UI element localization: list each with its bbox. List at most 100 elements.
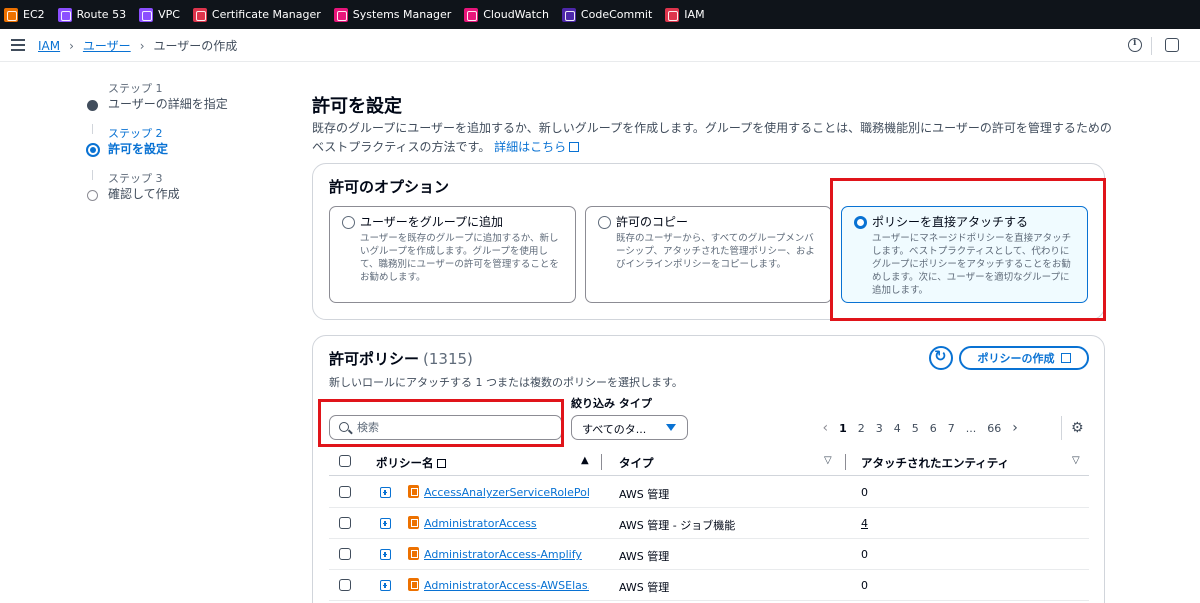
page-5[interactable]: 5 <box>912 422 919 435</box>
chevron-left-icon[interactable]: ‹ <box>823 420 829 436</box>
wizard-step-1[interactable]: ステップ 1 ユーザーの詳細を指定 <box>86 82 286 127</box>
step-number: ステップ 2 <box>108 127 163 140</box>
option-title: ユーザーをグループに追加 <box>360 215 504 229</box>
service-label: EC2 <box>23 8 45 21</box>
service-shortcut-route53[interactable]: Route 53 <box>57 0 126 29</box>
route53-icon <box>57 7 72 22</box>
breadcrumb-users[interactable]: ユーザー <box>83 37 131 54</box>
refresh-button[interactable] <box>929 346 953 370</box>
chevron-right-icon[interactable]: › <box>1012 420 1018 436</box>
create-policy-button[interactable]: ポリシーの作成 <box>959 346 1089 370</box>
policy-type: AWS 管理 - ジョブ機能 <box>619 519 736 532</box>
attached-entities-link[interactable]: 4 <box>861 517 868 530</box>
policy-type: AWS 管理 <box>619 550 670 563</box>
learn-more-label: 詳細はこちら <box>494 140 567 154</box>
radio-button[interactable] <box>598 216 611 229</box>
learn-more-link[interactable]: 詳細はこちら <box>494 140 580 154</box>
filter-type-label: 絞り込み タイプ <box>571 397 652 410</box>
expand-icon[interactable] <box>380 549 391 560</box>
sort-icon[interactable]: ▽ <box>824 455 832 466</box>
page-title: 許可を設定 <box>312 96 402 117</box>
column-header-type[interactable]: タイプ <box>619 455 654 471</box>
service-shortcut-codecommit[interactable]: CodeCommit <box>561 0 652 29</box>
service-label: VPC <box>158 8 180 21</box>
page-1[interactable]: 1 <box>839 422 847 435</box>
service-shortcut-certificate-manager[interactable]: Certificate Manager <box>192 0 321 29</box>
row-checkbox[interactable] <box>339 579 351 591</box>
page-7[interactable]: 7 <box>948 422 955 435</box>
expand-icon[interactable] <box>380 487 391 498</box>
table-row[interactable]: AdministratorAccess AWS 管理 - ジョブ機能 4 <box>329 508 1089 539</box>
row-checkbox[interactable] <box>339 517 351 529</box>
table-row[interactable]: AccessAnalyzerServiceRolePol... AWS 管理 0 <box>329 477 1089 508</box>
option-title: 許可のコピー <box>616 215 689 229</box>
page-6[interactable]: 6 <box>930 422 937 435</box>
step-title: ユーザーの詳細を指定 <box>108 97 228 111</box>
create-policy-label: ポリシーの作成 <box>977 352 1055 365</box>
policy-type: AWS 管理 <box>619 488 670 501</box>
service-shortcut-iam[interactable]: IAM <box>665 0 705 29</box>
permission-policies-panel: 許可ポリシー (1315) 新しいロールにアタッチする 1 つまたは複数のポリシー… <box>312 335 1105 603</box>
breadcrumb-iam[interactable]: IAM <box>38 39 60 53</box>
service-shortcut-bar: EC2 Route 53 VPC Certificate Manager Sys… <box>0 0 1200 29</box>
service-shortcut-cloudwatch[interactable]: CloudWatch <box>464 0 549 29</box>
step-current-icon <box>86 143 100 157</box>
breadcrumb-current: ユーザーの作成 <box>153 39 238 53</box>
highlight-box <box>318 399 564 447</box>
table-row[interactable]: AdministratorAccess-AWSElas... AWS 管理 0 <box>329 570 1089 601</box>
wizard-step-3: ステップ 3 確認して作成 <box>86 172 286 217</box>
option-add-to-group[interactable]: ユーザーをグループに追加 ユーザーを既存のグループに追加するか、新しいグループを… <box>329 206 576 303</box>
filter-type-select[interactable]: すべてのタ... <box>571 415 688 440</box>
ec2-icon <box>4 7 18 22</box>
sort-ascending-icon[interactable]: ▲ <box>581 455 589 466</box>
external-link-icon <box>569 142 580 152</box>
policy-name-link[interactable]: AdministratorAccess <box>424 517 537 530</box>
radio-button[interactable] <box>342 216 355 229</box>
step-number: ステップ 1 <box>108 82 163 95</box>
service-shortcut-ec2[interactable]: EC2 <box>4 0 45 29</box>
attached-entities: 0 <box>861 486 868 499</box>
table-row[interactable]: AdministratorAccess-Amplify AWS 管理 0 <box>329 539 1089 570</box>
settings-hexagon-icon[interactable] <box>1165 38 1179 52</box>
divider <box>1151 37 1152 55</box>
option-description: 既存のユーザーから、すべてのグループメンバーシップ、アタッチされた管理ポリシー、… <box>616 233 815 270</box>
step-title: 許可を設定 <box>108 142 169 156</box>
aws-managed-icon <box>408 547 419 560</box>
option-copy-permissions[interactable]: 許可のコピー 既存のユーザーから、すべてのグループメンバーシップ、アタッチされた… <box>585 206 832 303</box>
policy-name-link[interactable]: AdministratorAccess-AWSElas... <box>424 579 589 592</box>
policies-count: (1315) <box>423 350 473 368</box>
policy-type: AWS 管理 <box>619 581 670 594</box>
service-shortcut-vpc[interactable]: VPC <box>139 0 180 29</box>
policy-name-link[interactable]: AccessAnalyzerServiceRolePol... <box>424 486 589 499</box>
external-link-icon <box>1060 353 1071 363</box>
sort-icon[interactable]: ▽ <box>1072 455 1080 466</box>
row-checkbox[interactable] <box>339 548 351 560</box>
column-header-name[interactable]: ポリシー名 <box>376 455 446 471</box>
vpc-icon <box>139 7 154 22</box>
expand-icon[interactable] <box>380 518 391 529</box>
policies-title: 許可ポリシー (1315) <box>329 348 473 369</box>
expand-icon[interactable] <box>380 580 391 591</box>
page-3[interactable]: 3 <box>876 422 883 435</box>
row-checkbox[interactable] <box>339 486 351 498</box>
attached-entities: 0 <box>861 579 868 592</box>
page-4[interactable]: 4 <box>894 422 901 435</box>
service-shortcut-systems-manager[interactable]: Systems Manager <box>333 0 451 29</box>
column-header-entities[interactable]: アタッチされたエンティティ <box>861 455 1009 471</box>
table-header: ポリシー名 ▲ タイプ ▽ アタッチされたエンティティ ▽ <box>329 448 1089 476</box>
page-2[interactable]: 2 <box>858 422 865 435</box>
policies-title-text: 許可ポリシー <box>329 350 420 368</box>
page-description: 既存のグループにユーザーを追加するか、新しいグループを作成します。グループを使用… <box>312 119 1112 157</box>
menu-icon[interactable] <box>11 39 25 51</box>
select-all-checkbox[interactable] <box>339 455 351 467</box>
page-66[interactable]: 66 <box>987 422 1001 435</box>
step-done-icon <box>87 100 98 111</box>
column-divider <box>845 454 846 470</box>
permission-options-title: 許可のオプション <box>329 178 450 196</box>
policy-name-link[interactable]: AdministratorAccess-Amplify <box>424 548 582 561</box>
cloudwatch-icon <box>464 7 479 22</box>
step-title: 確認して作成 <box>108 187 180 201</box>
info-icon[interactable] <box>1128 38 1142 52</box>
aws-managed-icon <box>408 516 419 529</box>
gear-icon[interactable]: ⚙ <box>1071 420 1084 436</box>
